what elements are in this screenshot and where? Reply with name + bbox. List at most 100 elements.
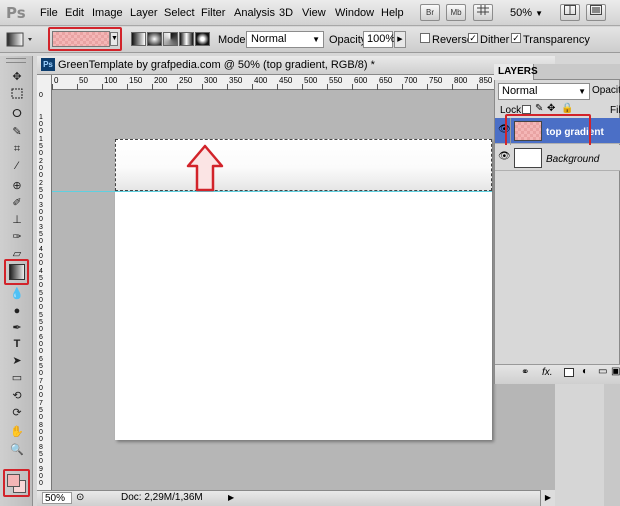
blend-mode-select[interactable]: Normal ▼ — [498, 83, 590, 100]
lock-image-icon[interactable]: ✎ — [535, 103, 543, 114]
guide-line[interactable] — [52, 191, 492, 192]
up-arrow-annotation-icon — [186, 144, 224, 192]
zoom-select[interactable]: 50% ▼ — [510, 5, 560, 21]
document-size-info: Doc: 2,29M/1,36M — [121, 492, 203, 503]
menu-view[interactable]: View — [302, 7, 326, 19]
reverse-label: Reverse — [432, 34, 473, 46]
status-menu-icon[interactable]: ▶ — [228, 493, 234, 502]
ruler-tick-label: 850 — [39, 444, 43, 465]
path-select-icon[interactable]: ➤ — [8, 353, 26, 369]
zoom-icon[interactable]: 🔍 — [8, 442, 26, 458]
menu-analysis[interactable]: Analysis — [234, 7, 275, 19]
view-extras-button[interactable] — [473, 4, 493, 21]
status-info-icon[interactable]: ⊙ — [76, 492, 84, 503]
dodge-icon[interactable]: ● — [8, 303, 26, 319]
scroll-right-icon[interactable]: ▶ — [540, 490, 555, 506]
eyedropper-icon[interactable]: ⁄ — [8, 158, 26, 174]
stamp-icon[interactable]: ⊥ — [8, 212, 26, 228]
mode-select[interactable]: Normal ▼ — [246, 31, 324, 48]
opacity-input[interactable]: 100% — [363, 31, 395, 48]
text-icon[interactable]: T — [8, 336, 26, 352]
screen-mode-icon — [590, 5, 602, 15]
mini-bridge-button[interactable]: Mb — [446, 4, 466, 21]
ruler-tick — [227, 84, 228, 90]
horizontal-ruler-labels: 0 50 100 150 200 250 300 350 400 450 500 550 600 650 7… — [52, 75, 555, 90]
menu-select[interactable]: Select — [164, 7, 195, 19]
3d-orbit-icon[interactable]: ⟳ — [8, 405, 26, 421]
visibility-eye-icon[interactable]: 👁 — [498, 151, 511, 162]
lock-transparent-icon[interactable] — [522, 105, 531, 114]
ruler-tick-label: 650 — [39, 356, 43, 377]
ruler-tick-label: 100 — [104, 76, 118, 85]
menu-file[interactable]: File — [40, 7, 58, 19]
history-brush-icon[interactable]: ✑ — [8, 229, 26, 245]
ruler-tick-label: 200 — [39, 158, 43, 179]
menu-layer[interactable]: Layer — [130, 7, 158, 19]
toolbox-grip[interactable] — [6, 58, 26, 63]
link-layers-icon[interactable]: ⚭ — [521, 367, 529, 378]
quick-select-icon[interactable]: ✎ — [8, 124, 26, 140]
angle-gradient-button[interactable] — [163, 32, 178, 46]
layers-tab[interactable]: LAYERS — [494, 64, 538, 80]
brush-icon[interactable]: ✐ — [8, 195, 26, 211]
menu-3d[interactable]: 3D — [279, 7, 293, 19]
add-mask-icon[interactable] — [564, 368, 574, 377]
mode-label: Mode: — [218, 34, 249, 46]
tool-preset-picker[interactable] — [6, 31, 36, 48]
ruler-tick-label: 800 — [39, 422, 43, 443]
hand-icon[interactable]: ✋ — [8, 424, 26, 440]
ruler-tick-label: 50 — [79, 76, 88, 85]
layer-thumbnail — [514, 148, 542, 168]
new-group-icon[interactable]: ▭ — [598, 366, 607, 377]
panel-scrollbar[interactable] — [604, 384, 620, 506]
menu-filter[interactable]: Filter — [201, 7, 225, 19]
diamond-gradient-button[interactable] — [195, 32, 210, 46]
radial-gradient-button[interactable] — [147, 32, 162, 46]
menu-image[interactable]: Image — [92, 7, 123, 19]
crop-icon[interactable]: ⌗ — [8, 141, 26, 157]
reflected-gradient-button[interactable] — [179, 32, 194, 46]
dither-checkbox[interactable]: ✓ — [468, 33, 478, 43]
menu-help[interactable]: Help — [381, 7, 404, 19]
ruler-tick — [127, 84, 128, 90]
move-icon[interactable]: ✥ — [8, 69, 26, 85]
transparency-checkbox[interactable]: ✓ — [511, 33, 521, 43]
3d-rotate-icon[interactable]: ⟲ — [8, 388, 26, 404]
menu-window[interactable]: Window — [335, 7, 374, 19]
status-zoom-input[interactable]: 50% — [42, 492, 72, 504]
lock-position-icon[interactable]: ✥ — [547, 103, 555, 114]
ruler-tick-label: 700 — [404, 76, 418, 85]
ruler-tick-label: 550 — [39, 312, 43, 333]
ruler-tick-label: 350 — [39, 224, 43, 245]
lock-all-icon[interactable]: 🔒 — [561, 103, 573, 114]
ruler-tick-label: 0 — [54, 76, 59, 85]
gradient-tool-preset-icon — [6, 32, 32, 47]
linear-gradient-button[interactable] — [131, 32, 146, 46]
bridge-button[interactable]: Br — [420, 4, 440, 21]
ruler-tick-label: 350 — [229, 76, 243, 85]
arrange-documents-button[interactable] — [560, 4, 580, 21]
adjustment-layer-icon[interactable]: ◐ — [582, 366, 588, 377]
layer-name[interactable]: Background — [546, 154, 599, 165]
foreground-color-swatch[interactable] — [7, 474, 20, 487]
transparency-label: Transparency — [523, 34, 590, 46]
menu-edit[interactable]: Edit — [65, 7, 84, 19]
shape-icon[interactable]: ▭ — [8, 370, 26, 386]
ruler-tick-label: 450 — [279, 76, 293, 85]
gradient-picker[interactable]: ▼ — [48, 27, 122, 51]
lasso-icon[interactable]: ⵔ — [8, 106, 26, 122]
chevron-down-icon[interactable]: ▼ — [110, 32, 118, 46]
reverse-checkbox[interactable] — [420, 33, 430, 43]
healing-icon[interactable]: ⊕ — [8, 178, 26, 194]
new-layer-icon[interactable]: ▣ — [611, 366, 620, 377]
screen-mode-button[interactable] — [586, 4, 606, 21]
pen-icon[interactable]: ✒ — [8, 320, 26, 336]
vertical-ruler-labels: 0 100 150 200 250 300 350 400 450 500 550 600 650 700… — [37, 90, 52, 490]
blur-icon[interactable]: 💧 — [8, 286, 26, 302]
opacity-slider-toggle[interactable]: ▶ — [394, 31, 406, 48]
fx-icon[interactable]: fx. — [542, 367, 553, 378]
document-title: GreenTemplate by grafpedia.com @ 50% (to… — [58, 59, 375, 71]
gradient-icon[interactable] — [9, 264, 25, 280]
layers-panel-header — [534, 64, 620, 80]
marquee-icon[interactable] — [8, 88, 26, 104]
